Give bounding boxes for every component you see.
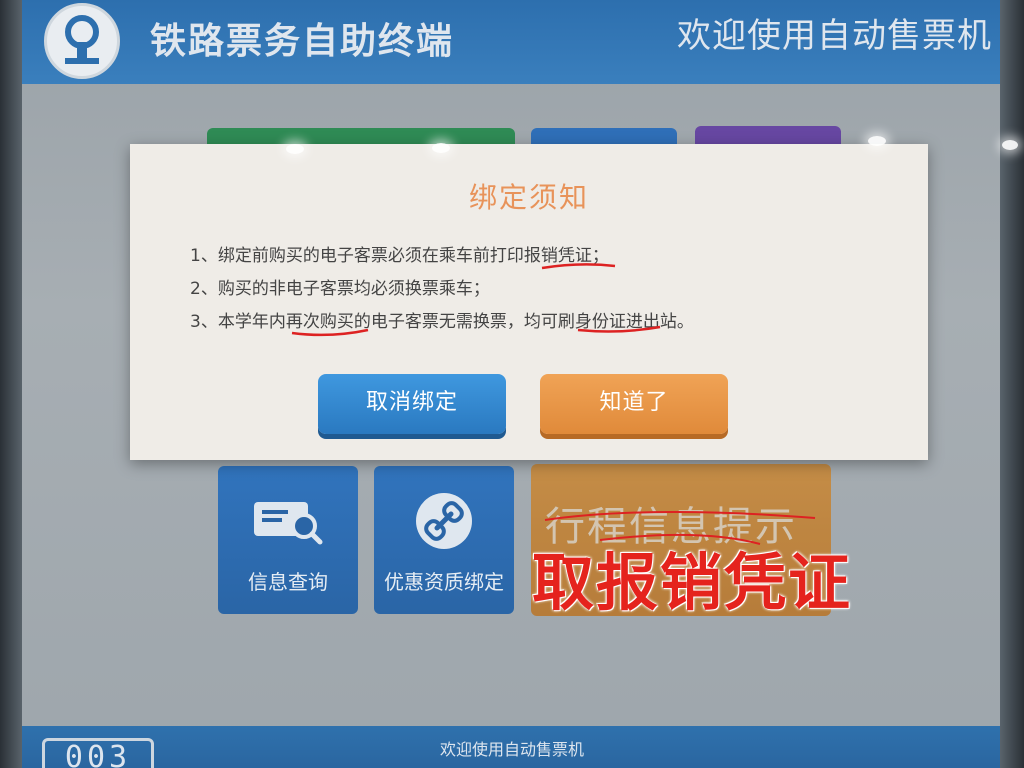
info-query-tile[interactable]: 信息查询 [218, 466, 358, 614]
railway-logo-icon [44, 3, 120, 79]
rule-item: 1、绑定前购买的电子客票必须在乘车前打印报销凭证； [190, 246, 609, 266]
rule-item: 2、购买的非电子客票均必须换票乘车； [190, 279, 490, 299]
header-bar: 铁路票务自助终端 欢迎使用自动售票机 [0, 0, 1024, 84]
acknowledge-button[interactable]: 知道了 [540, 374, 728, 434]
light-reflection [1002, 140, 1018, 150]
light-reflection [868, 136, 886, 146]
rule-item: 3、本学年内再次购买的电子客票无需换票，均可刷身份证进出站。 [190, 312, 694, 332]
kiosk-screen: 铁路票务自助终端 欢迎使用自动售票机 信息查询 优惠资质绑定 行程信息提示 绑定… [0, 0, 1024, 768]
ticket-search-icon [248, 496, 328, 550]
discount-binding-tile[interactable]: 优惠资质绑定 [374, 466, 514, 614]
binding-notice-dialog: 绑定须知 1、绑定前购买的电子客票必须在乘车前打印报销凭证； 2、购买的非电子客… [130, 144, 928, 460]
link-icon [413, 490, 475, 556]
dialog-title: 绑定须知 [468, 181, 589, 214]
light-reflection [432, 143, 450, 153]
footer-welcome-text: 欢迎使用自动售票机 [439, 740, 584, 759]
header-welcome-text: 欢迎使用自动售票机 [677, 16, 992, 56]
rules-list: 1、绑定前购买的电子客票必须在乘车前打印报销凭证； 2、购买的非电子客票均必须换… [190, 240, 890, 339]
footer-bar: 003 欢迎使用自动售票机 [0, 726, 1024, 768]
handwritten-annotation: 取报销凭证 [532, 546, 853, 619]
cancel-binding-button[interactable]: 取消绑定 [318, 374, 506, 434]
screen-bezel-left [0, 0, 22, 768]
screen-bezel-right [1000, 0, 1024, 768]
discount-binding-label: 优惠资质绑定 [384, 570, 504, 594]
info-query-label: 信息查询 [248, 570, 328, 594]
app-title: 铁路票务自助终端 [150, 21, 455, 62]
light-reflection [286, 144, 304, 154]
